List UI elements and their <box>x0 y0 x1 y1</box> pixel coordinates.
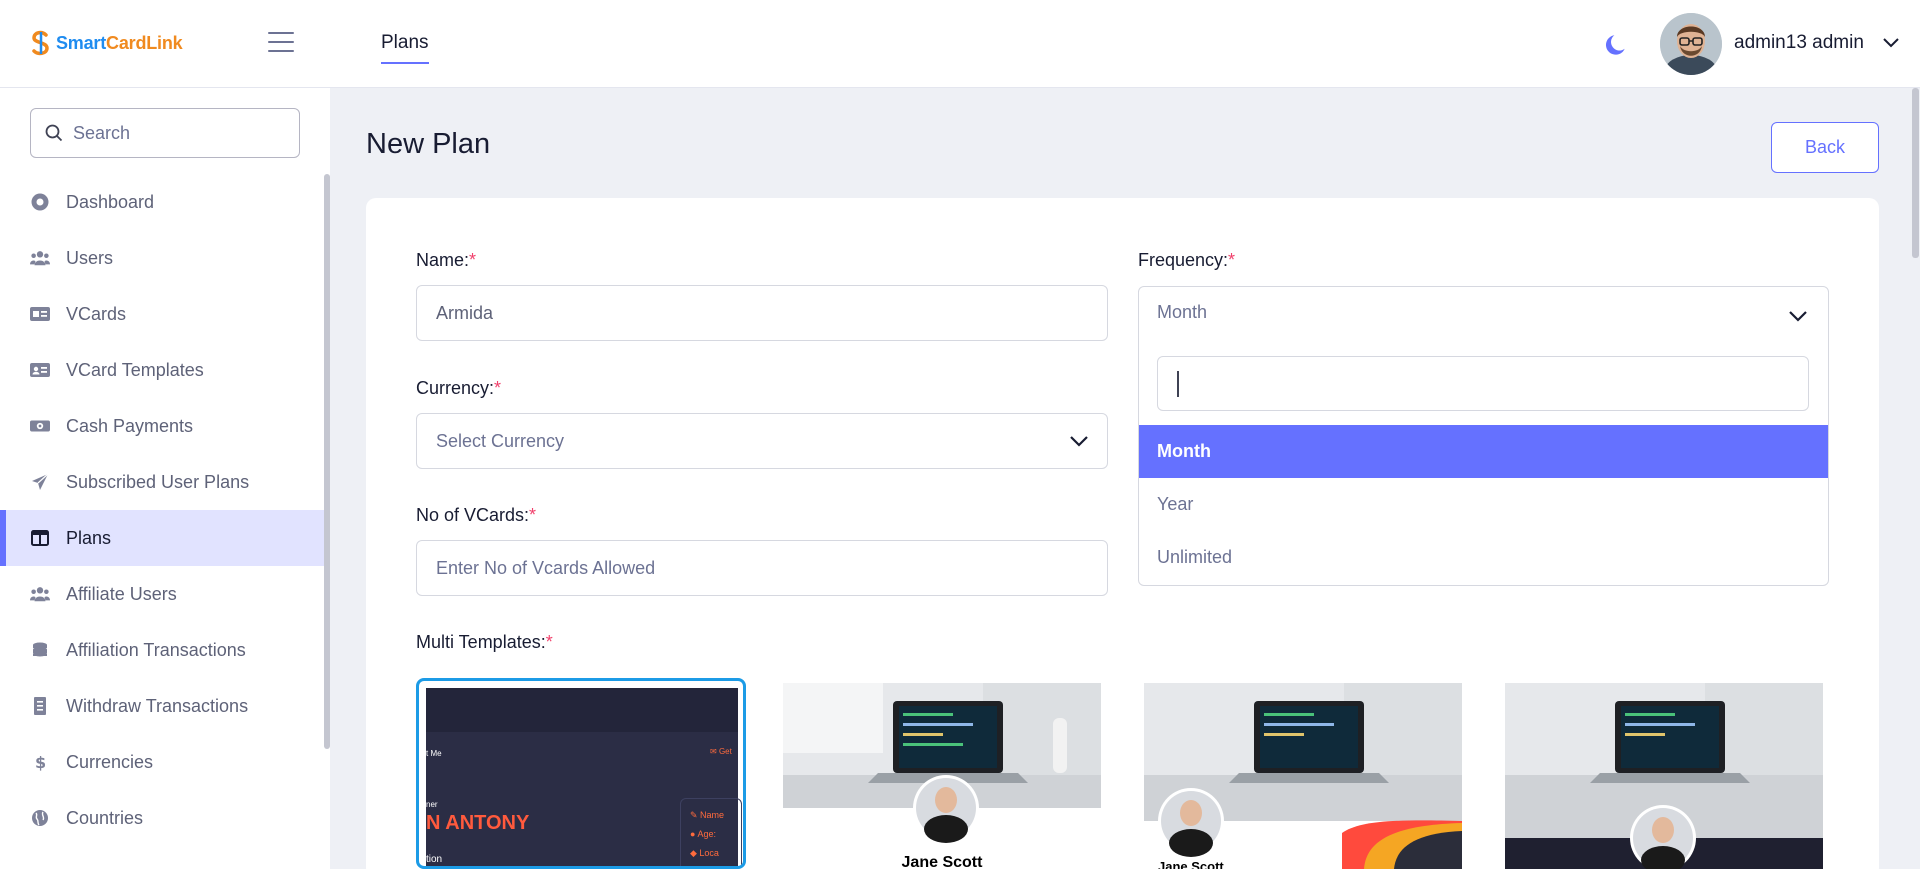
logo-icon <box>32 30 49 56</box>
sidebar: Dashboard Users VCards VCard Templates C… <box>0 88 330 869</box>
sidebar-nav: Dashboard Users VCards VCard Templates C… <box>0 174 326 846</box>
users-icon <box>30 248 50 268</box>
coins-icon <box>30 640 50 660</box>
sidebar-item-countries[interactable]: Countries <box>0 790 326 846</box>
sidebar-item-subscribed-user-plans[interactable]: Subscribed User Plans <box>0 454 326 510</box>
currency-select[interactable]: Select Currency <box>416 413 1108 469</box>
globe-icon <box>30 808 50 828</box>
text-caret <box>1177 371 1179 397</box>
chevron-down-icon[interactable] <box>1788 309 1808 323</box>
svg-text:$: $ <box>35 753 46 771</box>
frequency-select-value: Month <box>1157 302 1208 322</box>
sidebar-item-vcard-templates[interactable]: VCard Templates <box>0 342 326 398</box>
name-label: Name:* <box>416 250 477 270</box>
sidebar-item-cash-payments[interactable]: Cash Payments <box>0 398 326 454</box>
currency-label: Currency:* <box>416 378 502 398</box>
logo-text-cardlink: CardLink <box>106 32 183 53</box>
sidebar-item-withdraw-transactions[interactable]: Withdraw Transactions <box>0 678 326 734</box>
sidebar-item-affiliate-users[interactable]: Affiliate Users <box>0 566 326 622</box>
menu-toggle-icon[interactable] <box>268 32 294 54</box>
sidebar-item-affiliation-transactions[interactable]: Affiliation Transactions <box>0 622 326 678</box>
search-icon <box>45 124 63 142</box>
sidebar-item-vcards[interactable]: VCards <box>0 286 326 342</box>
sidebar-search[interactable] <box>30 108 300 158</box>
sidebar-item-label: Users <box>66 247 114 268</box>
sidebar-item-label: Withdraw Transactions <box>66 695 249 716</box>
template-card-2[interactable]: Jane Scott <box>783 683 1101 869</box>
sidebar-item-label: Countries <box>66 807 144 828</box>
frequency-option-unlimited[interactable]: Unlimited <box>1139 531 1828 584</box>
name-field[interactable]: Armida <box>416 285 1108 341</box>
template-preview <box>1505 683 1823 869</box>
template-card-name: Jane Scott <box>1158 859 1224 869</box>
search-input[interactable] <box>73 122 273 144</box>
avatar[interactable] <box>1660 13 1722 75</box>
page-scrollbar[interactable] <box>1912 88 1919 258</box>
frequency-search-input[interactable] <box>1157 356 1809 411</box>
sidebar-item-label: VCard Templates <box>66 359 204 380</box>
sidebar-item-label: Affiliate Users <box>66 583 177 604</box>
multi-templates-label: Multi Templates:* <box>416 632 553 652</box>
paper-plane-icon <box>30 472 50 492</box>
sidebar-item-label: Currencies <box>66 751 154 772</box>
template-card-1[interactable]: t Me ✉ Get ner N ANTONY tion ✎ Name ● Ag… <box>416 678 746 869</box>
sidebar-item-plans[interactable]: Plans <box>0 510 326 566</box>
moon-icon[interactable] <box>1603 32 1629 58</box>
table-icon <box>30 528 50 548</box>
sidebar-item-dashboard[interactable]: Dashboard <box>0 174 326 230</box>
template-card-3[interactable]: Jane Scott <box>1144 683 1462 869</box>
tab-plans[interactable]: Plans <box>381 32 429 64</box>
logo[interactable]: SmartCardLink <box>30 30 183 56</box>
sidebar-scrollbar[interactable] <box>324 174 330 749</box>
user-name[interactable]: admin13 admin <box>1734 32 1864 54</box>
chevron-down-icon <box>1070 436 1088 447</box>
vcards-label: No of VCards:* <box>416 505 537 525</box>
back-button[interactable]: Back <box>1771 122 1879 173</box>
template-preview: t Me ✉ Get ner N ANTONY tion ✎ Name ● Ag… <box>426 688 742 866</box>
sidebar-item-label: Cash Payments <box>66 415 194 436</box>
currency-select-value: Select Currency <box>436 430 565 451</box>
sidebar-item-label: Subscribed User Plans <box>66 471 250 492</box>
receipt-icon <box>30 696 50 716</box>
sidebar-item-users[interactable]: Users <box>0 230 326 286</box>
frequency-option-year[interactable]: Year <box>1139 478 1828 531</box>
cash-icon <box>30 416 50 436</box>
sidebar-item-currencies[interactable]: $ Currencies <box>0 734 326 790</box>
sidebar-item-label: Affiliation Transactions <box>66 639 246 660</box>
dashboard-icon <box>30 192 50 212</box>
frequency-dropdown[interactable]: Month Month Year Unlimited <box>1138 286 1829 586</box>
sidebar-item-label: Plans <box>66 527 112 548</box>
template-preview <box>1144 683 1462 869</box>
template-preview <box>783 683 1101 869</box>
vcard-icon <box>30 304 50 324</box>
chevron-down-icon[interactable] <box>1882 36 1900 50</box>
template-card-name: Jane Scott <box>901 854 983 869</box>
page-title: New Plan <box>366 128 491 160</box>
template-card-4[interactable] <box>1505 683 1823 869</box>
users-icon <box>30 584 50 604</box>
frequency-label: Frequency:* <box>1138 250 1236 270</box>
vcard-templates-icon <box>30 360 50 380</box>
sidebar-item-label: Dashboard <box>66 191 155 212</box>
top-header: SmartCardLink Plans admin13 admin <box>0 0 1920 88</box>
logo-text-smart: Smart <box>56 32 107 53</box>
vcards-count-field[interactable]: Enter No of Vcards Allowed <box>416 540 1108 596</box>
sidebar-item-label: VCards <box>66 303 127 324</box>
frequency-option-month[interactable]: Month <box>1139 425 1828 478</box>
dollar-icon: $ <box>30 752 50 772</box>
